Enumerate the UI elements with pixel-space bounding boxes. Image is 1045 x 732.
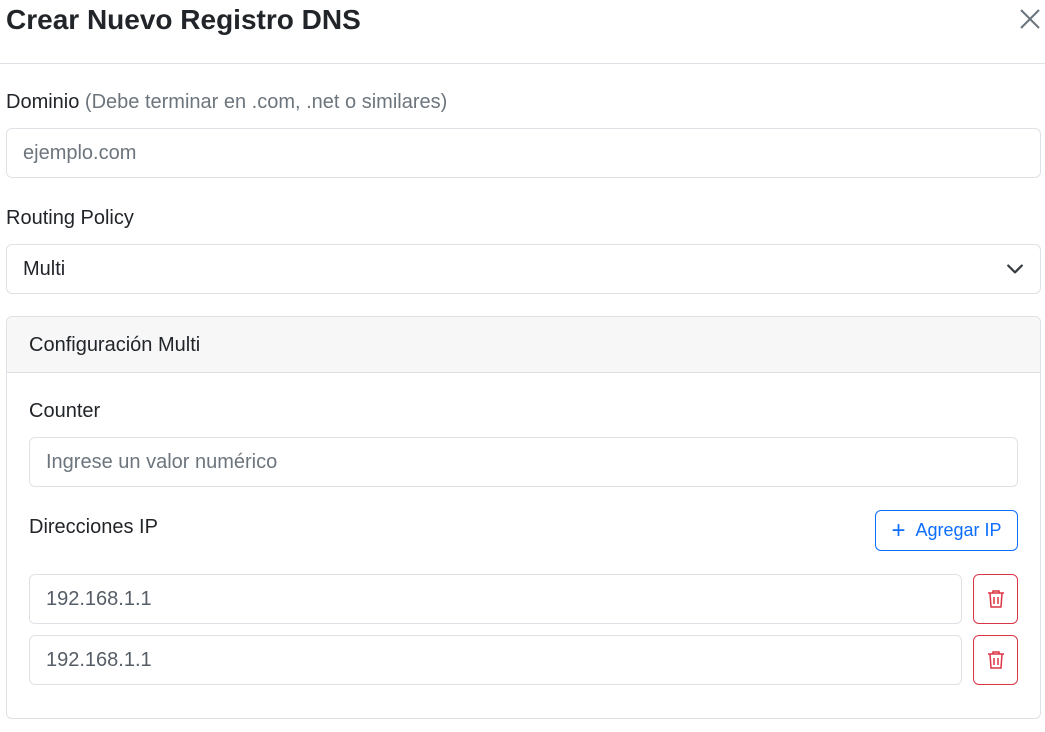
ip-input-1[interactable]	[29, 574, 962, 624]
routing-policy-label: Routing Policy	[6, 207, 134, 229]
domain-input[interactable]	[6, 128, 1041, 178]
domain-hint: (Debe terminar en .com, .net o similares…	[84, 91, 448, 113]
delete-ip-button-1[interactable]	[973, 574, 1018, 624]
modal-title: Crear Nuevo Registro DNS	[6, 4, 361, 35]
chevron-down-icon	[1007, 264, 1023, 274]
delete-ip-button-2[interactable]	[973, 635, 1018, 685]
add-ip-button[interactable]: + Agregar IP	[875, 510, 1018, 551]
multi-config-title: Configuración Multi	[7, 317, 1040, 373]
ip-input-2[interactable]	[29, 635, 962, 685]
domain-label: Dominio (Debe terminar en .com, .net o s…	[6, 89, 447, 115]
plus-icon: +	[891, 516, 906, 544]
modal-header: Crear Nuevo Registro DNS	[0, 0, 1045, 64]
add-ip-label: Agregar IP	[915, 520, 1002, 540]
trash-icon	[987, 651, 1004, 669]
routing-policy-value: Multi	[23, 258, 66, 280]
domain-label-text: Dominio	[6, 91, 80, 113]
trash-icon	[987, 590, 1004, 608]
routing-policy-select[interactable]: Multi	[6, 244, 1041, 294]
counter-input[interactable]	[29, 437, 1018, 487]
close-icon	[1020, 9, 1040, 29]
multi-config-card: Configuración Multi Counter Direcciones …	[6, 316, 1041, 719]
ip-addresses-label: Direcciones IP	[29, 516, 158, 538]
counter-label: Counter	[29, 400, 101, 422]
close-button[interactable]	[1015, 4, 1045, 34]
